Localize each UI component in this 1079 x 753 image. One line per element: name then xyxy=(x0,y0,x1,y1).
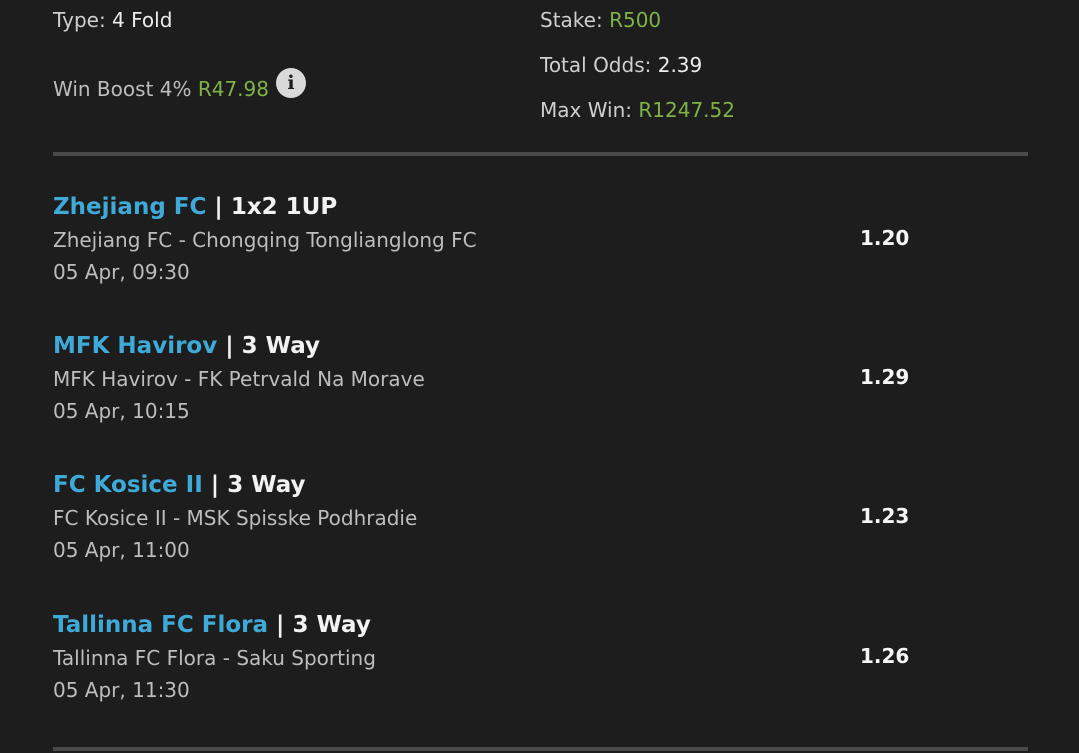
bet-leg: Zhejiang FC | 1x2 1UP Zhejiang FC - Chon… xyxy=(53,193,1028,313)
max-win-value: R1247.52 xyxy=(638,98,735,122)
win-boost-label: Win Boost 4% xyxy=(53,77,192,101)
leg-team-link[interactable]: Tallinna FC Flora xyxy=(53,612,268,638)
leg-title: MFK Havirov | 3 Way xyxy=(53,332,320,360)
bet-type-value: 4 Fold xyxy=(112,8,173,32)
leg-match: Tallinna FC Flora - Saku Sporting xyxy=(53,646,376,670)
bet-type: Type: 4 Fold xyxy=(53,8,172,32)
win-boost: Win Boost 4% R47.98 xyxy=(53,77,269,101)
stake-label: Stake: xyxy=(540,8,603,32)
bet-leg: MFK Havirov | 3 Way MFK Havirov - FK Pet… xyxy=(53,332,1028,452)
leg-team-link[interactable]: MFK Havirov xyxy=(53,333,217,359)
win-boost-value: R47.98 xyxy=(197,77,269,101)
leg-market: 3 Way xyxy=(292,612,371,638)
leg-match: MFK Havirov - FK Petrvald Na Morave xyxy=(53,367,425,391)
stake: Stake: R500 xyxy=(540,8,661,32)
total-odds: Total Odds: 2.39 xyxy=(540,53,702,77)
leg-odds: 1.20 xyxy=(860,226,910,250)
leg-date: 05 Apr, 09:30 xyxy=(53,260,190,284)
leg-team-link[interactable]: Zhejiang FC xyxy=(53,194,206,220)
leg-date: 05 Apr, 11:00 xyxy=(53,538,190,562)
leg-separator: | xyxy=(214,194,223,220)
leg-title: Tallinna FC Flora | 3 Way xyxy=(53,611,371,639)
leg-market: 3 Way xyxy=(227,472,306,498)
bet-summary: Type: 4 Fold Win Boost 4% R47.98 i Stake… xyxy=(53,0,1028,150)
leg-match: FC Kosice II - MSK Spisske Podhradie xyxy=(53,506,418,530)
leg-title: Zhejiang FC | 1x2 1UP xyxy=(53,193,337,221)
leg-separator: | xyxy=(210,472,220,498)
info-icon[interactable]: i xyxy=(276,68,306,98)
leg-odds: 1.29 xyxy=(860,365,910,389)
bet-leg: Tallinna FC Flora | 3 Way Tallinna FC Fl… xyxy=(53,611,1028,731)
max-win: Max Win: R1247.52 xyxy=(540,98,735,122)
leg-odds: 1.26 xyxy=(860,644,910,668)
max-win-label: Max Win: xyxy=(540,98,633,122)
total-odds-value: 2.39 xyxy=(657,53,703,77)
leg-odds: 1.23 xyxy=(860,504,910,528)
leg-date: 05 Apr, 10:15 xyxy=(53,399,190,423)
total-odds-label: Total Odds: xyxy=(540,53,652,77)
leg-date: 05 Apr, 11:30 xyxy=(53,678,190,702)
leg-market: 3 Way xyxy=(241,333,321,359)
leg-match: Zhejiang FC - Chongqing Tonglianglong FC xyxy=(53,228,477,252)
leg-team-link[interactable]: FC Kosice II xyxy=(53,472,203,498)
bet-leg: FC Kosice II | 3 Way FC Kosice II - MSK … xyxy=(53,471,1028,591)
bottom-divider xyxy=(53,747,1028,751)
leg-market: 1x2 1UP xyxy=(230,194,338,220)
bet-type-label: Type: xyxy=(53,8,106,32)
stake-value: R500 xyxy=(609,8,662,32)
summary-divider xyxy=(53,152,1028,156)
leg-separator: | xyxy=(276,612,285,638)
leg-title: FC Kosice II | 3 Way xyxy=(53,471,306,499)
leg-separator: | xyxy=(225,333,234,359)
